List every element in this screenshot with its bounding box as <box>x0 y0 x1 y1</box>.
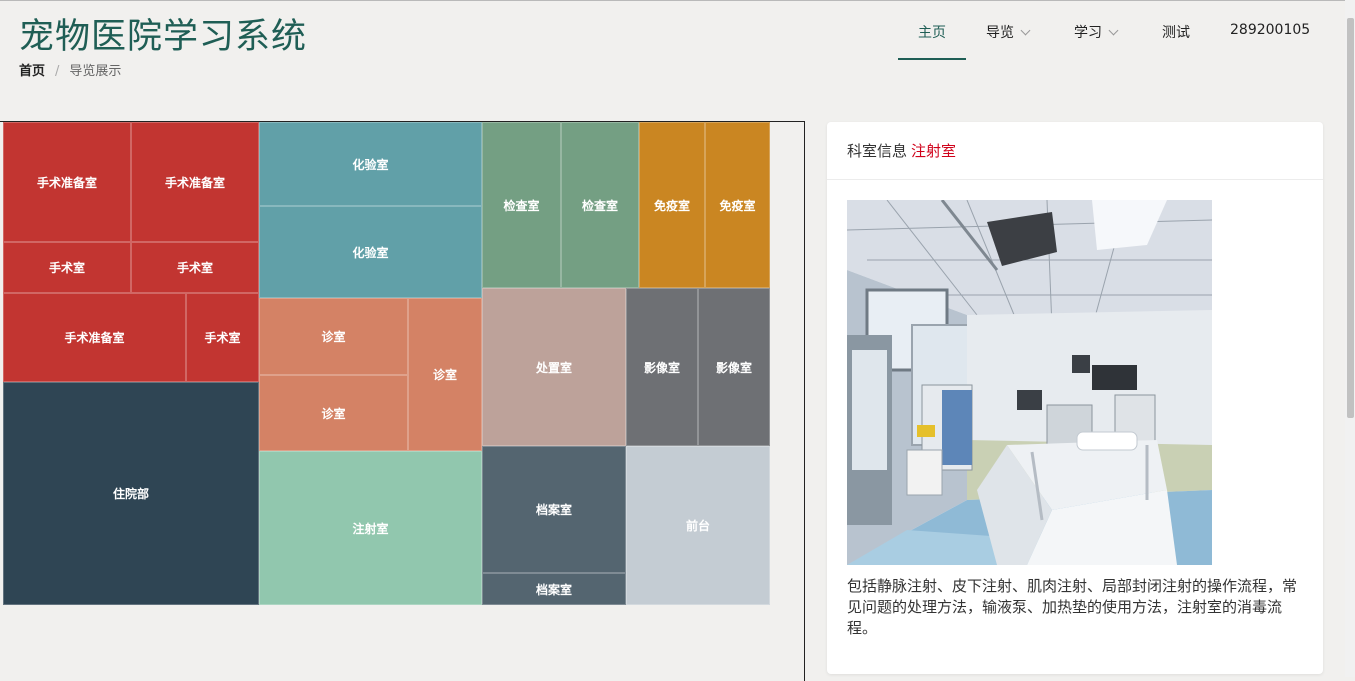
treemap-cell[interactable]: 免疫室 <box>639 122 705 288</box>
scrollbar-thumb[interactable] <box>1347 18 1354 418</box>
cell-label: 住院部 <box>112 487 149 501</box>
treemap-cell[interactable]: 免疫室 <box>705 122 770 288</box>
info-header: 科室信息 注射室 <box>827 122 1323 180</box>
nav-home-label: 主页 <box>918 25 946 41</box>
treemap-cell[interactable]: 手术准备室 <box>3 293 186 382</box>
treemap-cell[interactable]: 检查室 <box>561 122 639 288</box>
cell-label: 手术准备室 <box>64 331 125 345</box>
cell-label: 档案室 <box>535 503 572 517</box>
cell-label: 处置室 <box>535 360 572 375</box>
breadcrumb: 首页 / 导览展示 <box>19 60 121 79</box>
nav-guide[interactable]: 导览 <box>986 22 1031 42</box>
cell-label: 前台 <box>685 519 710 533</box>
treemap-cell[interactable]: 前台 <box>626 446 770 605</box>
treemap-cell[interactable]: 诊室 <box>259 298 408 375</box>
cell-label: 手术室 <box>176 261 213 275</box>
treemap-cell[interactable]: 化验室 <box>259 206 482 298</box>
cell-label: 检查室 <box>581 198 618 213</box>
nav-test[interactable]: 测试 <box>1162 22 1190 42</box>
cell-label: 化验室 <box>352 245 389 260</box>
cell-label: 手术室 <box>204 331 241 345</box>
treemap-cell[interactable]: 档案室 <box>482 446 626 573</box>
info-room-name: 注射室 <box>911 142 957 160</box>
treemap-cell[interactable]: 影像室 <box>698 288 770 446</box>
cell-label: 免疫室 <box>719 198 756 213</box>
cell-label: 诊室 <box>321 406 346 421</box>
nav-guide-label: 导览 <box>986 25 1014 41</box>
cell-label: 化验室 <box>352 157 389 172</box>
nav-active-indicator <box>898 58 966 60</box>
top-nav: 主页 导览 学习 测试 289200105 <box>0 0 1340 62</box>
cell-label: 手术室 <box>48 261 85 275</box>
breadcrumb-home[interactable]: 首页 <box>19 64 45 79</box>
cell-label: 诊室 <box>321 330 346 344</box>
nav-user[interactable]: 289200105 <box>1230 22 1310 38</box>
treemap-cell[interactable]: 检查室 <box>482 122 561 288</box>
room-description: 包括静脉注射、皮下注射、肌肉注射、局部封闭注射的操作流程，常见问题的处理方法，输… <box>847 577 1298 637</box>
cell-label: 手术准备室 <box>36 175 97 190</box>
breadcrumb-separator: / <box>55 64 60 79</box>
nav-study[interactable]: 学习 <box>1074 22 1119 42</box>
info-label: 科室信息 <box>847 142 908 160</box>
treemap-cell[interactable]: 住院部 <box>3 382 259 605</box>
breadcrumb-current: 导览展示 <box>69 64 122 79</box>
chevron-down-icon <box>1108 25 1119 36</box>
nav-test-label: 测试 <box>1162 25 1190 41</box>
cell-label: 影像室 <box>643 360 680 375</box>
cell-label: 诊室 <box>432 368 457 382</box>
nav-study-label: 学习 <box>1074 25 1102 41</box>
treemap-cell[interactable]: 手术室 <box>3 242 131 293</box>
nav-user-label: 289200105 <box>1230 22 1311 38</box>
treemap-cell[interactable]: 影像室 <box>626 288 698 446</box>
treemap-cell[interactable]: 诊室 <box>259 375 408 451</box>
treemap-cell[interactable]: 手术准备室 <box>131 122 259 242</box>
treemap-cell[interactable]: 手术室 <box>131 242 259 293</box>
room-photo <box>847 200 1212 565</box>
cell-label: 影像室 <box>715 360 752 375</box>
treemap-cell[interactable]: 诊室 <box>408 298 482 451</box>
treemap-cell[interactable]: 档案室 <box>482 573 626 605</box>
room-photo-illustration <box>847 200 1212 565</box>
room-info-card: 科室信息 注射室 包括静脉注射、皮下注射、肌肉注射、局部封闭注射的操作流程，常见… <box>827 122 1323 674</box>
cell-label: 手术准备室 <box>164 175 225 190</box>
treemap-cell[interactable]: 注射室 <box>259 451 482 605</box>
nav-home[interactable]: 主页 <box>918 22 946 42</box>
cell-label: 免疫室 <box>653 198 690 213</box>
cell-label: 注射室 <box>352 521 389 536</box>
treemap-cell[interactable]: 处置室 <box>482 288 626 446</box>
chevron-down-icon <box>1020 25 1031 36</box>
treemap-cell[interactable]: 手术准备室 <box>3 122 131 242</box>
cell-label: 检查室 <box>503 198 540 213</box>
treemap-cell[interactable]: 手术室 <box>186 293 259 382</box>
treemap-cell[interactable]: 化验室 <box>259 122 482 206</box>
cell-label: 档案室 <box>535 582 572 597</box>
page-scrollbar[interactable] <box>1345 0 1355 677</box>
department-treemap: 手术准备室 手术准备室 手术室 手术室 手术准备室 手术室 住院部 化验室 化验… <box>3 122 770 605</box>
